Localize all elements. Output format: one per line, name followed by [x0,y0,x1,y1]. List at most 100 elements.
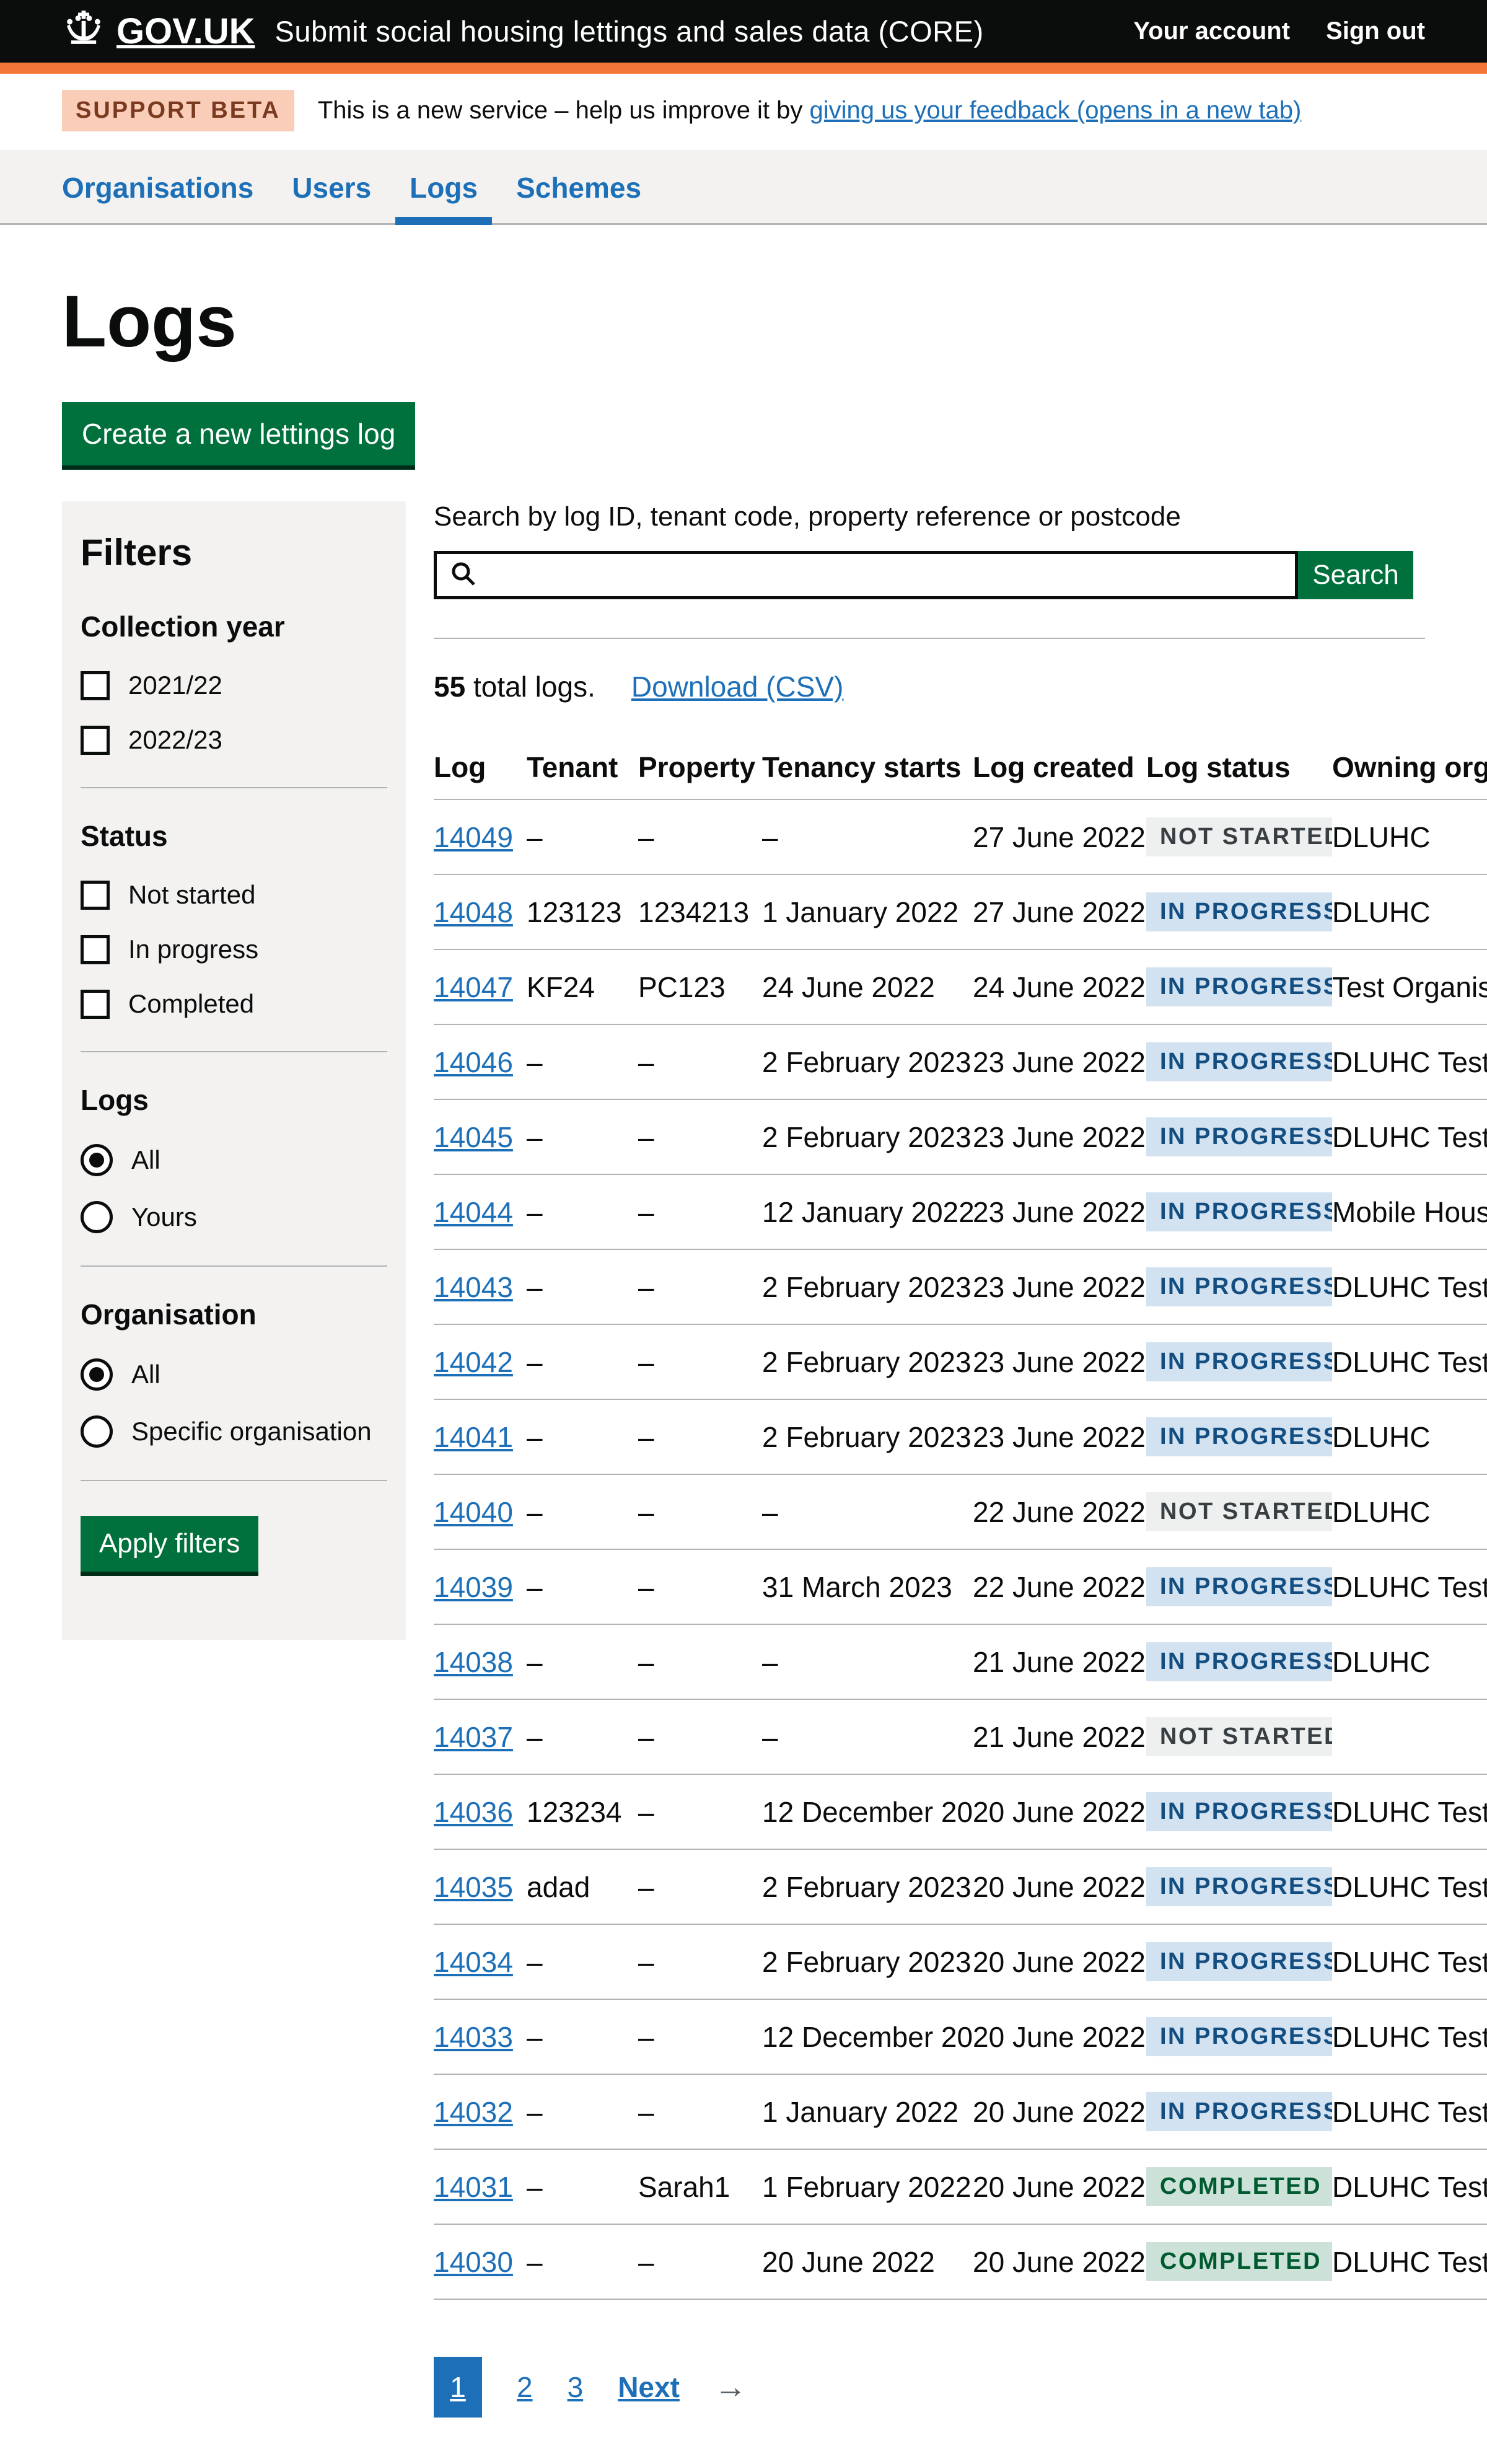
search-row: Search [434,551,1487,599]
service-name-link[interactable]: Submit social housing lettings and sales… [274,14,983,48]
filter-checkbox-2022-23[interactable]: 2022/23 [81,725,387,755]
tenancy-starts-cell: 2 February 2023 [762,1849,973,1924]
tenant-cell: adad [527,1849,638,1924]
filter-group-status: Status Not started In progress Completed [81,819,387,1019]
checkbox-icon[interactable] [81,935,110,964]
log-status-cell: IN PROGRESS [1146,1399,1332,1474]
log-id-link[interactable]: 14045 [434,1121,513,1153]
table-row: 14043––2 February 202323 June 2022IN PRO… [434,1249,1487,1324]
header-left: GOV.UK Submit social housing lettings an… [62,10,984,53]
log-id-link[interactable]: 14036 [434,1796,513,1828]
log-id-link[interactable]: 14044 [434,1196,513,1228]
filter-checkbox-2021-22[interactable]: 2021/22 [81,671,387,700]
sign-out-link[interactable]: Sign out [1326,17,1425,45]
search-label: Search by log ID, tenant code, property … [434,501,1181,532]
nav-item-logs[interactable]: Logs [410,150,478,223]
table-row: 14034––2 February 202320 June 2022IN PRO… [434,1924,1487,1999]
log-id-link[interactable]: 14032 [434,2096,513,2128]
filter-group-heading: Status [81,819,387,853]
owning-organisation-cell: DLUHC Test [1332,1249,1487,1324]
log-status-cell: IN PROGRESS [1146,1549,1332,1624]
table-row: 14045––2 February 202323 June 2022IN PRO… [434,1099,1487,1174]
radio-icon[interactable] [81,1201,113,1233]
status-badge: NOT STARTED [1146,817,1332,856]
nav-item-organisations[interactable]: Organisations [62,150,253,223]
owning-organisation-cell: DLUHC Test [1332,1999,1487,2074]
govuk-home-link[interactable]: GOV.UK [62,10,255,53]
tenancy-starts-cell: 12 January 2022 [762,1174,973,1249]
total-count: 55 [434,671,465,703]
owning-organisation-cell: Test Organisation [1332,949,1487,1024]
log-id-link[interactable]: 14047 [434,971,513,1003]
pagination-next-link[interactable]: Next [618,2370,680,2404]
property-cell: – [638,1249,762,1324]
log-id-link[interactable]: 14042 [434,1346,513,1378]
property-cell: – [638,1999,762,2074]
search-button[interactable]: Search [1298,551,1413,599]
apply-filters-button[interactable]: Apply filters [81,1516,258,1572]
checkbox-icon[interactable] [81,881,110,910]
search-input[interactable] [478,554,1283,596]
tenant-cell: – [527,1249,638,1324]
log-id-link[interactable]: 14030 [434,2246,513,2278]
table-row: 14047KF24PC12324 June 202224 June 2022IN… [434,949,1487,1024]
filter-checkbox-in-progress[interactable]: In progress [81,935,387,964]
log-status-cell: NOT STARTED [1146,1699,1332,1774]
log-id-link[interactable]: 14037 [434,1721,513,1753]
log-id-link[interactable]: 14041 [434,1421,513,1453]
log-id-link[interactable]: 14039 [434,1571,513,1603]
logs-table-header-row: Log Tenant Property Tenancy starts Log c… [434,739,1487,799]
search-input-wrapper [434,551,1298,599]
tenant-cell: – [527,1624,638,1699]
nav-item-users[interactable]: Users [292,150,371,223]
log-status-cell: IN PROGRESS [1146,2074,1332,2149]
filter-checkbox-not-started[interactable]: Not started [81,880,387,910]
status-badge: IN PROGRESS [1146,1342,1332,1381]
status-badge: IN PROGRESS [1146,1867,1332,1906]
tenant-cell: – [527,2224,638,2299]
log-status-cell: NOT STARTED [1146,1474,1332,1549]
property-cell: – [638,1699,762,1774]
checkbox-icon[interactable] [81,671,110,700]
filter-radio-organisation-specific[interactable]: Specific organisation [81,1415,387,1448]
pagination-page-1-current[interactable]: 1 [434,2357,482,2418]
checkbox-icon[interactable] [81,990,110,1019]
feedback-link[interactable]: giving us your feedback (opens in a new … [810,97,1302,124]
owning-organisation-cell: Mobile Housing [1332,1174,1487,1249]
download-csv-link[interactable]: Download (CSV) [631,670,844,703]
pagination-page-3[interactable]: 3 [568,2370,584,2404]
filter-radio-organisation-all[interactable]: All [81,1358,387,1391]
log-id-link[interactable]: 14038 [434,1646,513,1678]
log-id-link[interactable]: 14034 [434,1946,513,1978]
radio-icon[interactable] [81,1415,113,1448]
col-header-tenancy-starts: Tenancy starts [762,739,973,799]
log-id-link[interactable]: 14049 [434,821,513,853]
filter-radio-logs-all[interactable]: All [81,1144,387,1176]
log-id-link[interactable]: 14033 [434,2021,513,2053]
log-id-link[interactable]: 14046 [434,1046,513,1078]
radio-icon[interactable] [81,1144,113,1176]
log-id-link[interactable]: 14048 [434,896,513,928]
log-id-link[interactable]: 14040 [434,1496,513,1528]
status-badge: IN PROGRESS [1146,1117,1332,1156]
log-id-link[interactable]: 14043 [434,1271,513,1303]
status-badge: IN PROGRESS [1146,1642,1332,1681]
tenant-cell: – [527,1324,638,1399]
create-lettings-log-button[interactable]: Create a new lettings log [62,402,415,465]
log-status-cell: IN PROGRESS [1146,1024,1332,1099]
phase-banner: SUPPORT BETA This is a new service – hel… [0,74,1487,150]
log-id-link[interactable]: 14031 [434,2171,513,2203]
filter-divider [81,1051,387,1052]
log-id-link[interactable]: 14035 [434,1871,513,1903]
radio-icon[interactable] [81,1358,113,1391]
filter-checkbox-completed[interactable]: Completed [81,989,387,1019]
pagination: 1 2 3 Next → [434,2357,1487,2418]
table-row: 14039––31 March 202322 June 2022IN PROGR… [434,1549,1487,1624]
your-account-link[interactable]: Your account [1133,17,1290,45]
checkbox-icon[interactable] [81,726,110,755]
nav-item-schemes[interactable]: Schemes [516,150,641,223]
tenant-cell: – [527,1024,638,1099]
log-created-cell: 23 June 2022 [973,1174,1146,1249]
filter-radio-logs-yours[interactable]: Yours [81,1201,387,1233]
pagination-page-2[interactable]: 2 [517,2370,533,2404]
